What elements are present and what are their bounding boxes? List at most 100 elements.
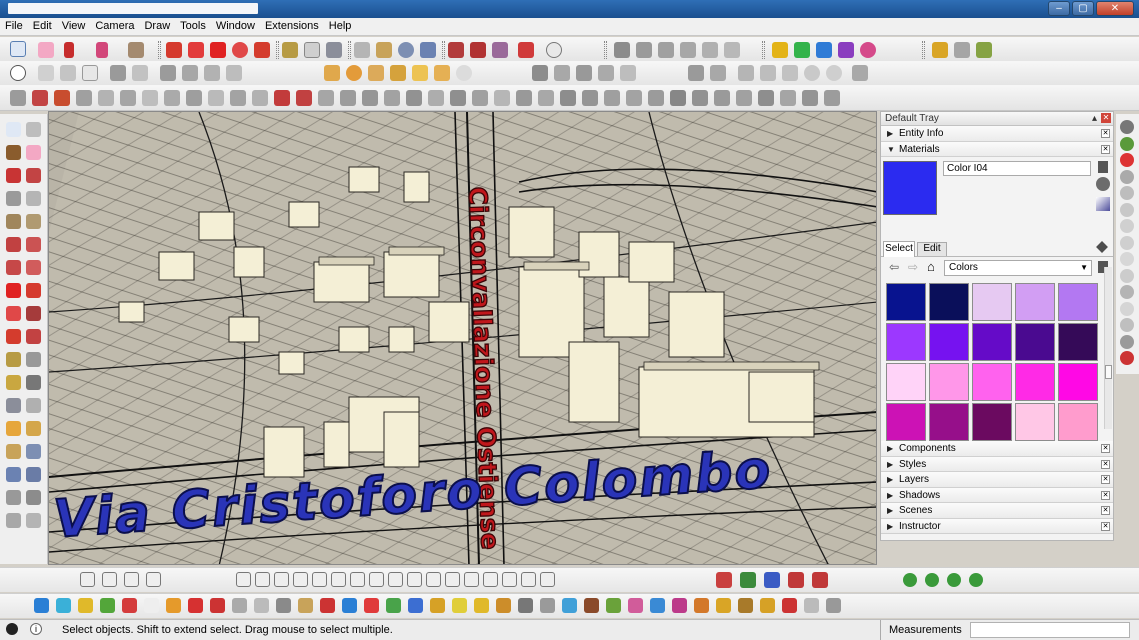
arc-icon[interactable]	[6, 237, 21, 252]
minimize-button[interactable]: –	[1048, 1, 1070, 16]
model-viewport[interactable]: Circonvallazione Ostiense Via Cristoforo…	[48, 111, 877, 565]
zoom-extents-icon[interactable]	[26, 467, 41, 482]
close-section-icon[interactable]: ✕	[1101, 129, 1110, 138]
close-section-icon[interactable]: ✕	[1101, 490, 1110, 500]
roof-icon[interactable]	[1120, 285, 1134, 299]
tool-icon-31[interactable]	[694, 598, 709, 613]
pin-icon[interactable]: ▴	[1092, 112, 1097, 125]
flip-edge-icon[interactable]	[538, 90, 554, 106]
menu-view[interactable]: View	[57, 18, 91, 32]
pin-icon[interactable]	[1120, 351, 1134, 365]
tool-icon-3[interactable]	[78, 598, 93, 613]
tool-icon-1[interactable]	[34, 598, 49, 613]
account-icon[interactable]	[546, 42, 562, 58]
stack-icon[interactable]	[1120, 186, 1134, 200]
shape-16-icon[interactable]	[521, 572, 536, 587]
section-materials[interactable]: ▼ Materials ✕	[881, 141, 1113, 157]
tool-icon-34[interactable]	[760, 598, 775, 613]
menu-file[interactable]: File	[0, 18, 28, 32]
shape-8-icon[interactable]	[369, 572, 384, 587]
walk-icon[interactable]	[26, 490, 41, 505]
column-icon[interactable]	[736, 90, 752, 106]
ruby-icon[interactable]	[860, 42, 876, 58]
3d-warehouse-icon[interactable]	[448, 42, 464, 58]
tool-icon-18[interactable]	[408, 598, 423, 613]
rectangle-icon[interactable]	[6, 191, 21, 206]
circle-icon[interactable]	[6, 214, 21, 229]
axis-y-icon[interactable]	[740, 572, 756, 588]
rotated-rectangle-icon[interactable]	[26, 191, 41, 206]
paint-bucket-icon[interactable]	[128, 42, 144, 58]
tool-icon-26[interactable]	[584, 598, 599, 613]
lathe-icon[interactable]	[406, 90, 422, 106]
move-icon[interactable]	[210, 42, 226, 58]
sandbox-icon[interactable]	[124, 572, 139, 587]
section-layers[interactable]: ▶ Layers ✕	[881, 472, 1113, 488]
arc-3pt-icon[interactable]	[6, 260, 21, 275]
floor-icon[interactable]	[714, 90, 730, 106]
color-swatch[interactable]	[972, 403, 1012, 441]
freehand-icon[interactable]	[54, 90, 70, 106]
tool-icon-21[interactable]	[474, 598, 489, 613]
close-section-icon[interactable]: ✕	[1101, 444, 1110, 453]
tool-icon-36[interactable]	[804, 598, 819, 613]
wall-icon[interactable]	[1120, 252, 1134, 266]
tool-icon-9[interactable]	[210, 598, 225, 613]
tool-icon-28[interactable]	[628, 598, 643, 613]
chamfer-icon[interactable]	[296, 90, 312, 106]
polygon-icon[interactable]	[120, 90, 136, 106]
flatten-icon[interactable]	[428, 90, 444, 106]
section-components[interactable]: ▶ Components ✕	[881, 441, 1113, 457]
scale-icon[interactable]	[6, 329, 21, 344]
tool-icon-15[interactable]	[342, 598, 357, 613]
follow-me-icon[interactable]	[10, 90, 26, 106]
color-swatch[interactable]	[1015, 283, 1055, 321]
tool-icon-7[interactable]	[166, 598, 181, 613]
tab-select[interactable]: Select	[883, 241, 915, 257]
dimension-icon[interactable]	[26, 352, 41, 367]
column-icon[interactable]	[1120, 318, 1134, 332]
scene-icon[interactable]	[80, 572, 95, 587]
map-icon[interactable]	[1120, 136, 1134, 151]
wall-icon[interactable]	[648, 90, 664, 106]
color-swatch[interactable]	[886, 363, 926, 401]
tool-icon-12[interactable]	[276, 598, 291, 613]
tape-measure-icon[interactable]	[6, 352, 21, 367]
sun-icon[interactable]	[324, 65, 340, 81]
menu-extensions[interactable]: Extensions	[260, 18, 324, 32]
component-icon[interactable]	[26, 122, 41, 137]
iso-view-icon[interactable]	[614, 42, 630, 58]
close-section-icon[interactable]: ✕	[1101, 459, 1110, 469]
pencil-icon[interactable]	[64, 42, 74, 58]
front-view-icon[interactable]	[658, 42, 674, 58]
info-icon[interactable]: i	[30, 623, 42, 635]
step-icon[interactable]	[1120, 235, 1134, 250]
tool-icon-10[interactable]	[232, 598, 247, 613]
tool-icon-13[interactable]	[298, 598, 313, 613]
zoom-extents-icon[interactable]	[420, 42, 436, 58]
gem-icon[interactable]	[838, 42, 854, 58]
left-view-icon[interactable]	[724, 42, 740, 58]
close-section-icon[interactable]: ✕	[1101, 144, 1110, 154]
box-icon[interactable]	[932, 42, 948, 58]
settings-icon[interactable]	[456, 65, 472, 81]
color-swatch[interactable]	[1058, 323, 1098, 361]
shape-10-icon[interactable]	[407, 572, 422, 587]
solid-icon[interactable]	[816, 42, 832, 58]
skin-icon[interactable]	[362, 90, 378, 106]
outer-shell-icon[interactable]	[852, 65, 868, 81]
3d-text-icon[interactable]	[26, 398, 41, 413]
paint-bucket-icon[interactable]	[6, 145, 21, 160]
menu-tools[interactable]: Tools	[175, 18, 211, 32]
color-swatch[interactable]	[929, 403, 969, 441]
sample-paint-icon[interactable]	[1096, 241, 1108, 253]
tool-icon-16[interactable]	[364, 598, 379, 613]
share-model-icon[interactable]	[470, 42, 486, 58]
section-styles[interactable]: ▶ Styles ✕	[881, 456, 1113, 472]
shape-2-icon[interactable]	[255, 572, 270, 587]
leaf-icon[interactable]	[1120, 334, 1134, 349]
shape-6-icon[interactable]	[331, 572, 346, 587]
zoom-window-icon[interactable]	[6, 467, 21, 482]
display-secondary-icon[interactable]	[1098, 161, 1108, 173]
shape-1-icon[interactable]	[236, 572, 251, 587]
